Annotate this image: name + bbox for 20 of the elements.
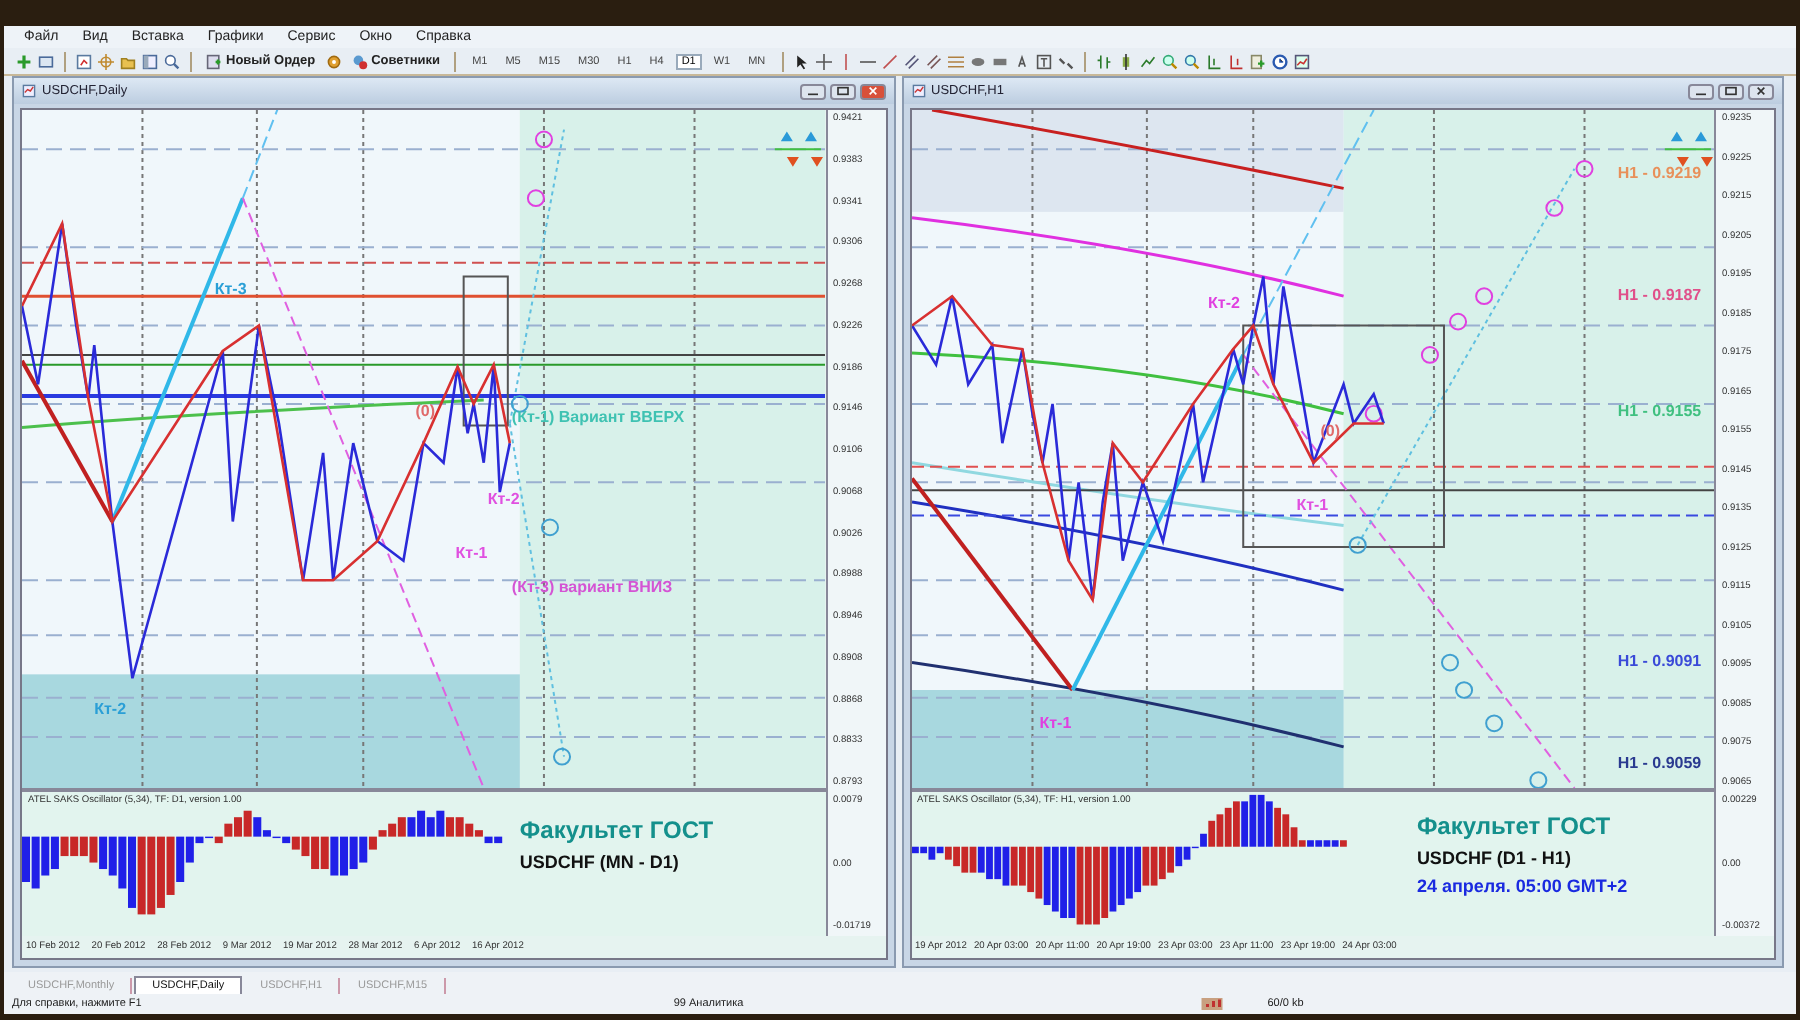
chart-caption: Факультет ГОСТ [1416,812,1611,841]
chart-label: H1 - 0.9187 [1617,286,1702,305]
chart-label: Кт-2 [487,489,520,508]
chart-label: Кт-2 [1208,293,1240,312]
chart-label: Кт-1 [1296,496,1329,515]
chart-label: H1 - 0.9091 [1617,652,1702,671]
chart-label: Кт-1 [1039,713,1072,732]
chart-label: H1 - 0.9059 [1617,754,1702,773]
chart-label: (Кт-1) Вариант ВВЕРХ [511,408,685,427]
chart-caption: 24 апреля. 05:00 GMT+2 [1416,876,1628,897]
chart-label: (Кт-3) вариант ВНИЗ [511,577,673,596]
chart-label: Кт-1 [455,543,488,562]
chart-caption: USDCHF (D1 - H1) [1416,848,1571,869]
chart-label: Кт-2 [94,699,127,718]
chart-caption: USDCHF (MN - D1) [519,851,679,872]
chart-label: Кт-3 [214,279,247,298]
chart-label: (0) [415,401,436,420]
chart-label: H1 - 0.9155 [1617,401,1702,420]
chart-caption: Факультет ГОСТ [519,815,714,844]
chart-label: H1 - 0.9219 [1617,164,1702,183]
